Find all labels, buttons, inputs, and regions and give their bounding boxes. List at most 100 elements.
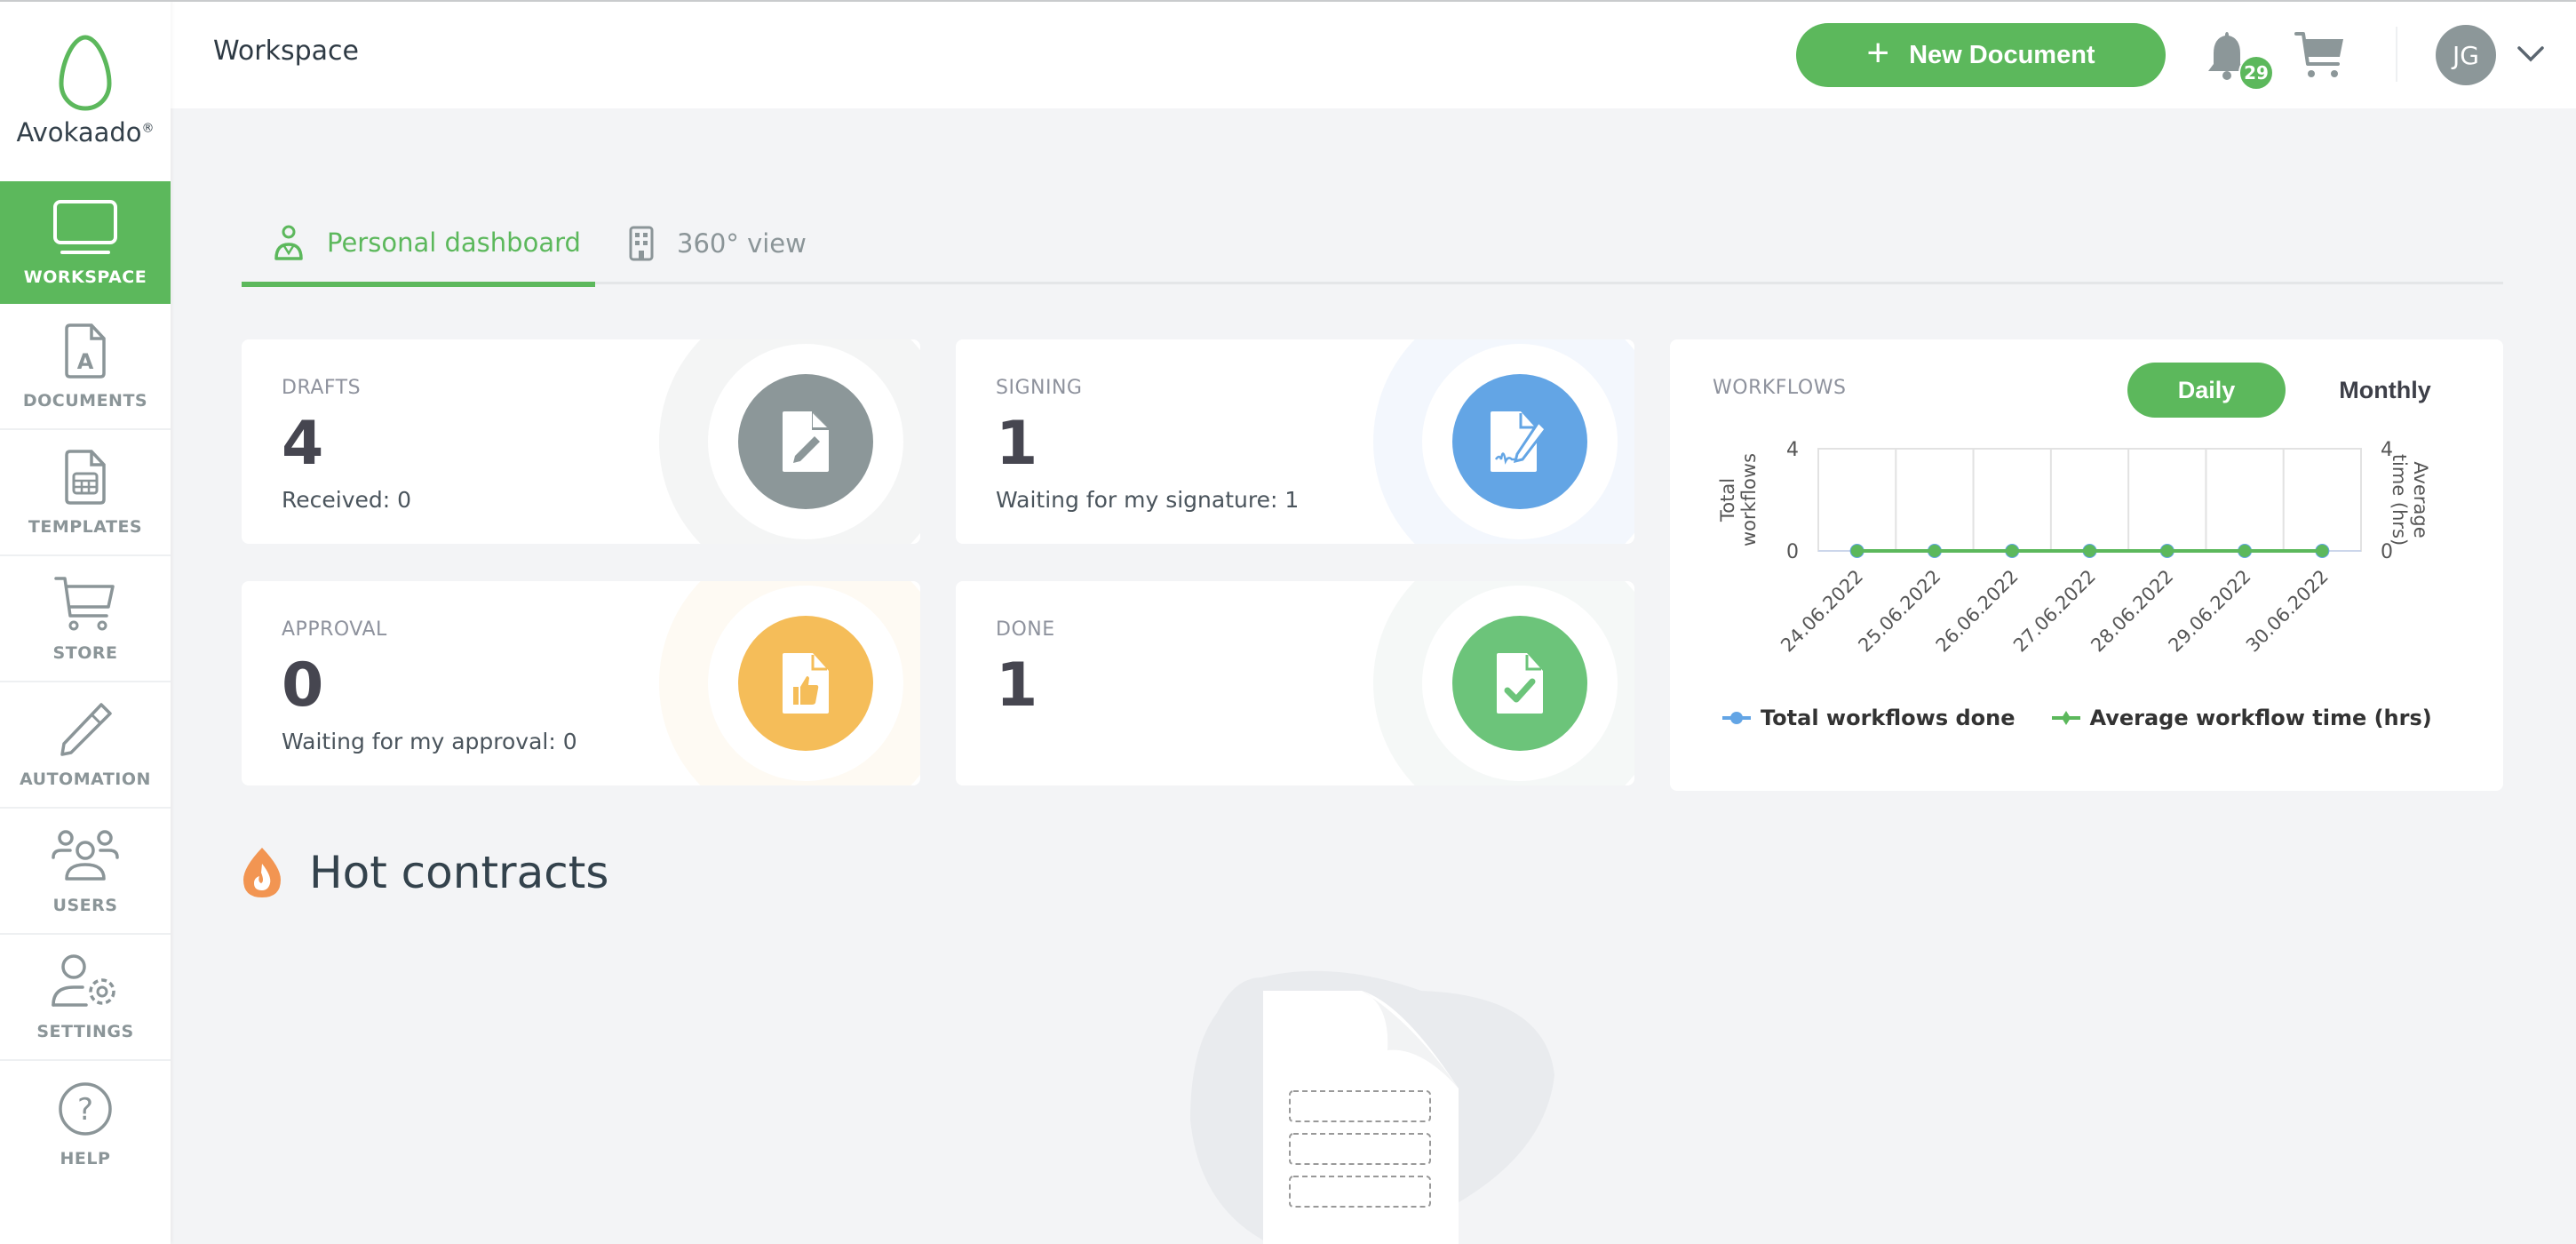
- building-icon: [629, 226, 654, 261]
- plus-icon: +: [1866, 31, 1890, 75]
- signature-document-icon: [1452, 374, 1587, 509]
- stat-title: SIGNING: [996, 377, 1083, 399]
- stat-title: DRAFTS: [282, 377, 362, 399]
- logo[interactable]: Avokaado®: [0, 0, 171, 181]
- data-point: [1850, 545, 1864, 557]
- window-top-border: [0, 0, 2576, 2]
- chart-legend: Total workflows done Average workflow ti…: [1721, 706, 2432, 730]
- y-axis-label: Totalworkflows: [1717, 453, 1760, 546]
- sidebar-item-label: DOCUMENTS: [22, 391, 148, 411]
- stat-card-done[interactable]: DONE 1: [956, 581, 1634, 785]
- stat-title: DONE: [996, 618, 1055, 641]
- stat-subtext: Received: 0: [282, 487, 412, 513]
- y-tick-label: 0: [1786, 541, 1799, 563]
- top-header: Workspace + New Document 29 JG: [171, 0, 2576, 108]
- stat-subtext: Waiting for my signature: 1: [996, 487, 1300, 513]
- cart-icon: [54, 577, 115, 631]
- stat-card-drafts[interactable]: DRAFTS 4 Received: 0: [242, 339, 920, 544]
- sidebar-item-automation[interactable]: AUTOMATION: [0, 682, 171, 809]
- y2-tick-label: 4: [2381, 439, 2393, 461]
- sidebar-item-label: AUTOMATION: [20, 770, 151, 789]
- x-tick-label: 29.06.2022: [2165, 566, 2255, 657]
- sidebar: Avokaado® WORKSPACE A DOCUMENTS TEMPLATE…: [0, 0, 171, 1244]
- sidebar-item-label: TEMPLATES: [28, 517, 143, 537]
- x-tick-label: 26.06.2022: [1932, 566, 2023, 657]
- workflows-title: WORKFLOWS: [1713, 377, 1847, 399]
- sidebar-item-label: SETTINGS: [36, 1022, 134, 1041]
- plot-area: [1817, 448, 2362, 552]
- template-icon: [65, 450, 106, 505]
- stat-value: 1: [996, 409, 1038, 479]
- legend-label: Average workflow time (hrs): [2089, 706, 2432, 730]
- sidebar-item-store[interactable]: STORE: [0, 556, 171, 682]
- data-point: [2316, 545, 2329, 557]
- data-point: [2083, 545, 2096, 557]
- hot-contracts-header: Hot contracts: [242, 846, 608, 899]
- daily-toggle-button[interactable]: Daily: [2127, 363, 2286, 418]
- workflows-card: WORKFLOWS Daily Monthly Totalworkflows A…: [1670, 339, 2503, 791]
- stat-subtext: Waiting for my approval: 0: [282, 729, 577, 754]
- sidebar-item-workspace[interactable]: WORKSPACE: [0, 181, 171, 304]
- sidebar-item-label: STORE: [52, 643, 118, 663]
- draft-document-icon: [738, 374, 873, 509]
- new-document-label: New Document: [1909, 40, 2095, 69]
- thumbs-up-document-icon: [738, 616, 873, 751]
- cart-icon[interactable]: [2294, 30, 2347, 80]
- users-icon: [52, 830, 119, 881]
- dashboard-tabs: Personal dashboard 360° view: [242, 203, 2503, 287]
- x-tick-label: 30.06.2022: [2242, 566, 2333, 657]
- legend-item-total[interactable]: Total workflows done: [1721, 706, 2015, 730]
- header-divider: [2396, 27, 2397, 82]
- legend-marker-blue-icon: [1722, 712, 1751, 724]
- svg-text:?: ?: [77, 1092, 93, 1128]
- stat-value: 0: [282, 650, 324, 721]
- x-tick-label: 27.06.2022: [2009, 566, 2100, 657]
- document-a-icon: A: [65, 323, 106, 379]
- page-title: Workspace: [213, 36, 359, 67]
- new-document-button[interactable]: + New Document: [1796, 23, 2166, 87]
- tab-personal-dashboard[interactable]: Personal dashboard: [242, 203, 595, 287]
- sidebar-item-documents[interactable]: A DOCUMENTS: [0, 304, 171, 430]
- y-axis-label-line: Total: [1717, 478, 1738, 522]
- data-point: [2006, 545, 2019, 557]
- y-tick-label: 4: [1786, 439, 1799, 461]
- brand-mark: ®: [141, 121, 155, 136]
- notification-count-badge: 29: [2238, 55, 2274, 91]
- help-icon: ?: [59, 1082, 112, 1136]
- check-document-icon: [1452, 616, 1587, 751]
- y2-axis-label-line: time (hrs): [2389, 454, 2410, 546]
- data-point: [1928, 545, 1941, 557]
- legend-label: Total workflows done: [1761, 706, 2015, 730]
- svg-text:A: A: [77, 349, 94, 374]
- sidebar-item-users[interactable]: USERS: [0, 809, 171, 935]
- x-tick-label: 28.06.2022: [2087, 566, 2177, 657]
- flame-icon: [243, 848, 281, 897]
- x-tick-label: 25.06.2022: [1854, 566, 1944, 657]
- hot-contracts-title: Hot contracts: [309, 847, 609, 898]
- person-icon: [274, 225, 303, 260]
- stat-value: 4: [282, 409, 324, 479]
- y-axis-label-line: workflows: [1738, 453, 1760, 546]
- y2-axis-label-line: Average: [2410, 461, 2431, 538]
- sidebar-item-help[interactable]: ? HELP: [0, 1061, 171, 1187]
- empty-document-illustration: [1190, 970, 1554, 1244]
- sidebar-item-settings[interactable]: SETTINGS: [0, 935, 171, 1061]
- tab-360-view[interactable]: 360° view: [629, 203, 807, 284]
- tab-label: 360° view: [677, 228, 807, 259]
- stat-card-approval[interactable]: APPROVAL 0 Waiting for my approval: 0: [242, 581, 920, 785]
- monthly-toggle-button[interactable]: Monthly: [2310, 363, 2461, 418]
- brand-name: Avokaado: [16, 117, 142, 148]
- user-avatar[interactable]: JG: [2436, 25, 2496, 85]
- avocado-logo-icon: [59, 35, 112, 111]
- x-tick-label: 24.06.2022: [1777, 566, 1867, 657]
- chevron-down-icon[interactable]: [2516, 43, 2546, 66]
- y2-axis-label: Averagetime (hrs): [2389, 454, 2431, 546]
- pen-icon: [60, 703, 112, 756]
- workflows-chart: Totalworkflows Averagetime (hrs) 0 4 0 4 24…: [1717, 439, 2431, 657]
- stat-title: APPROVAL: [282, 618, 387, 641]
- sidebar-item-templates[interactable]: TEMPLATES: [0, 430, 171, 556]
- legend-item-average[interactable]: Average workflow time (hrs): [2051, 706, 2432, 730]
- monitor-icon: [53, 200, 117, 254]
- stat-card-signing[interactable]: SIGNING 1 Waiting for my signature: 1: [956, 339, 1634, 544]
- sidebar-item-label: HELP: [60, 1149, 111, 1168]
